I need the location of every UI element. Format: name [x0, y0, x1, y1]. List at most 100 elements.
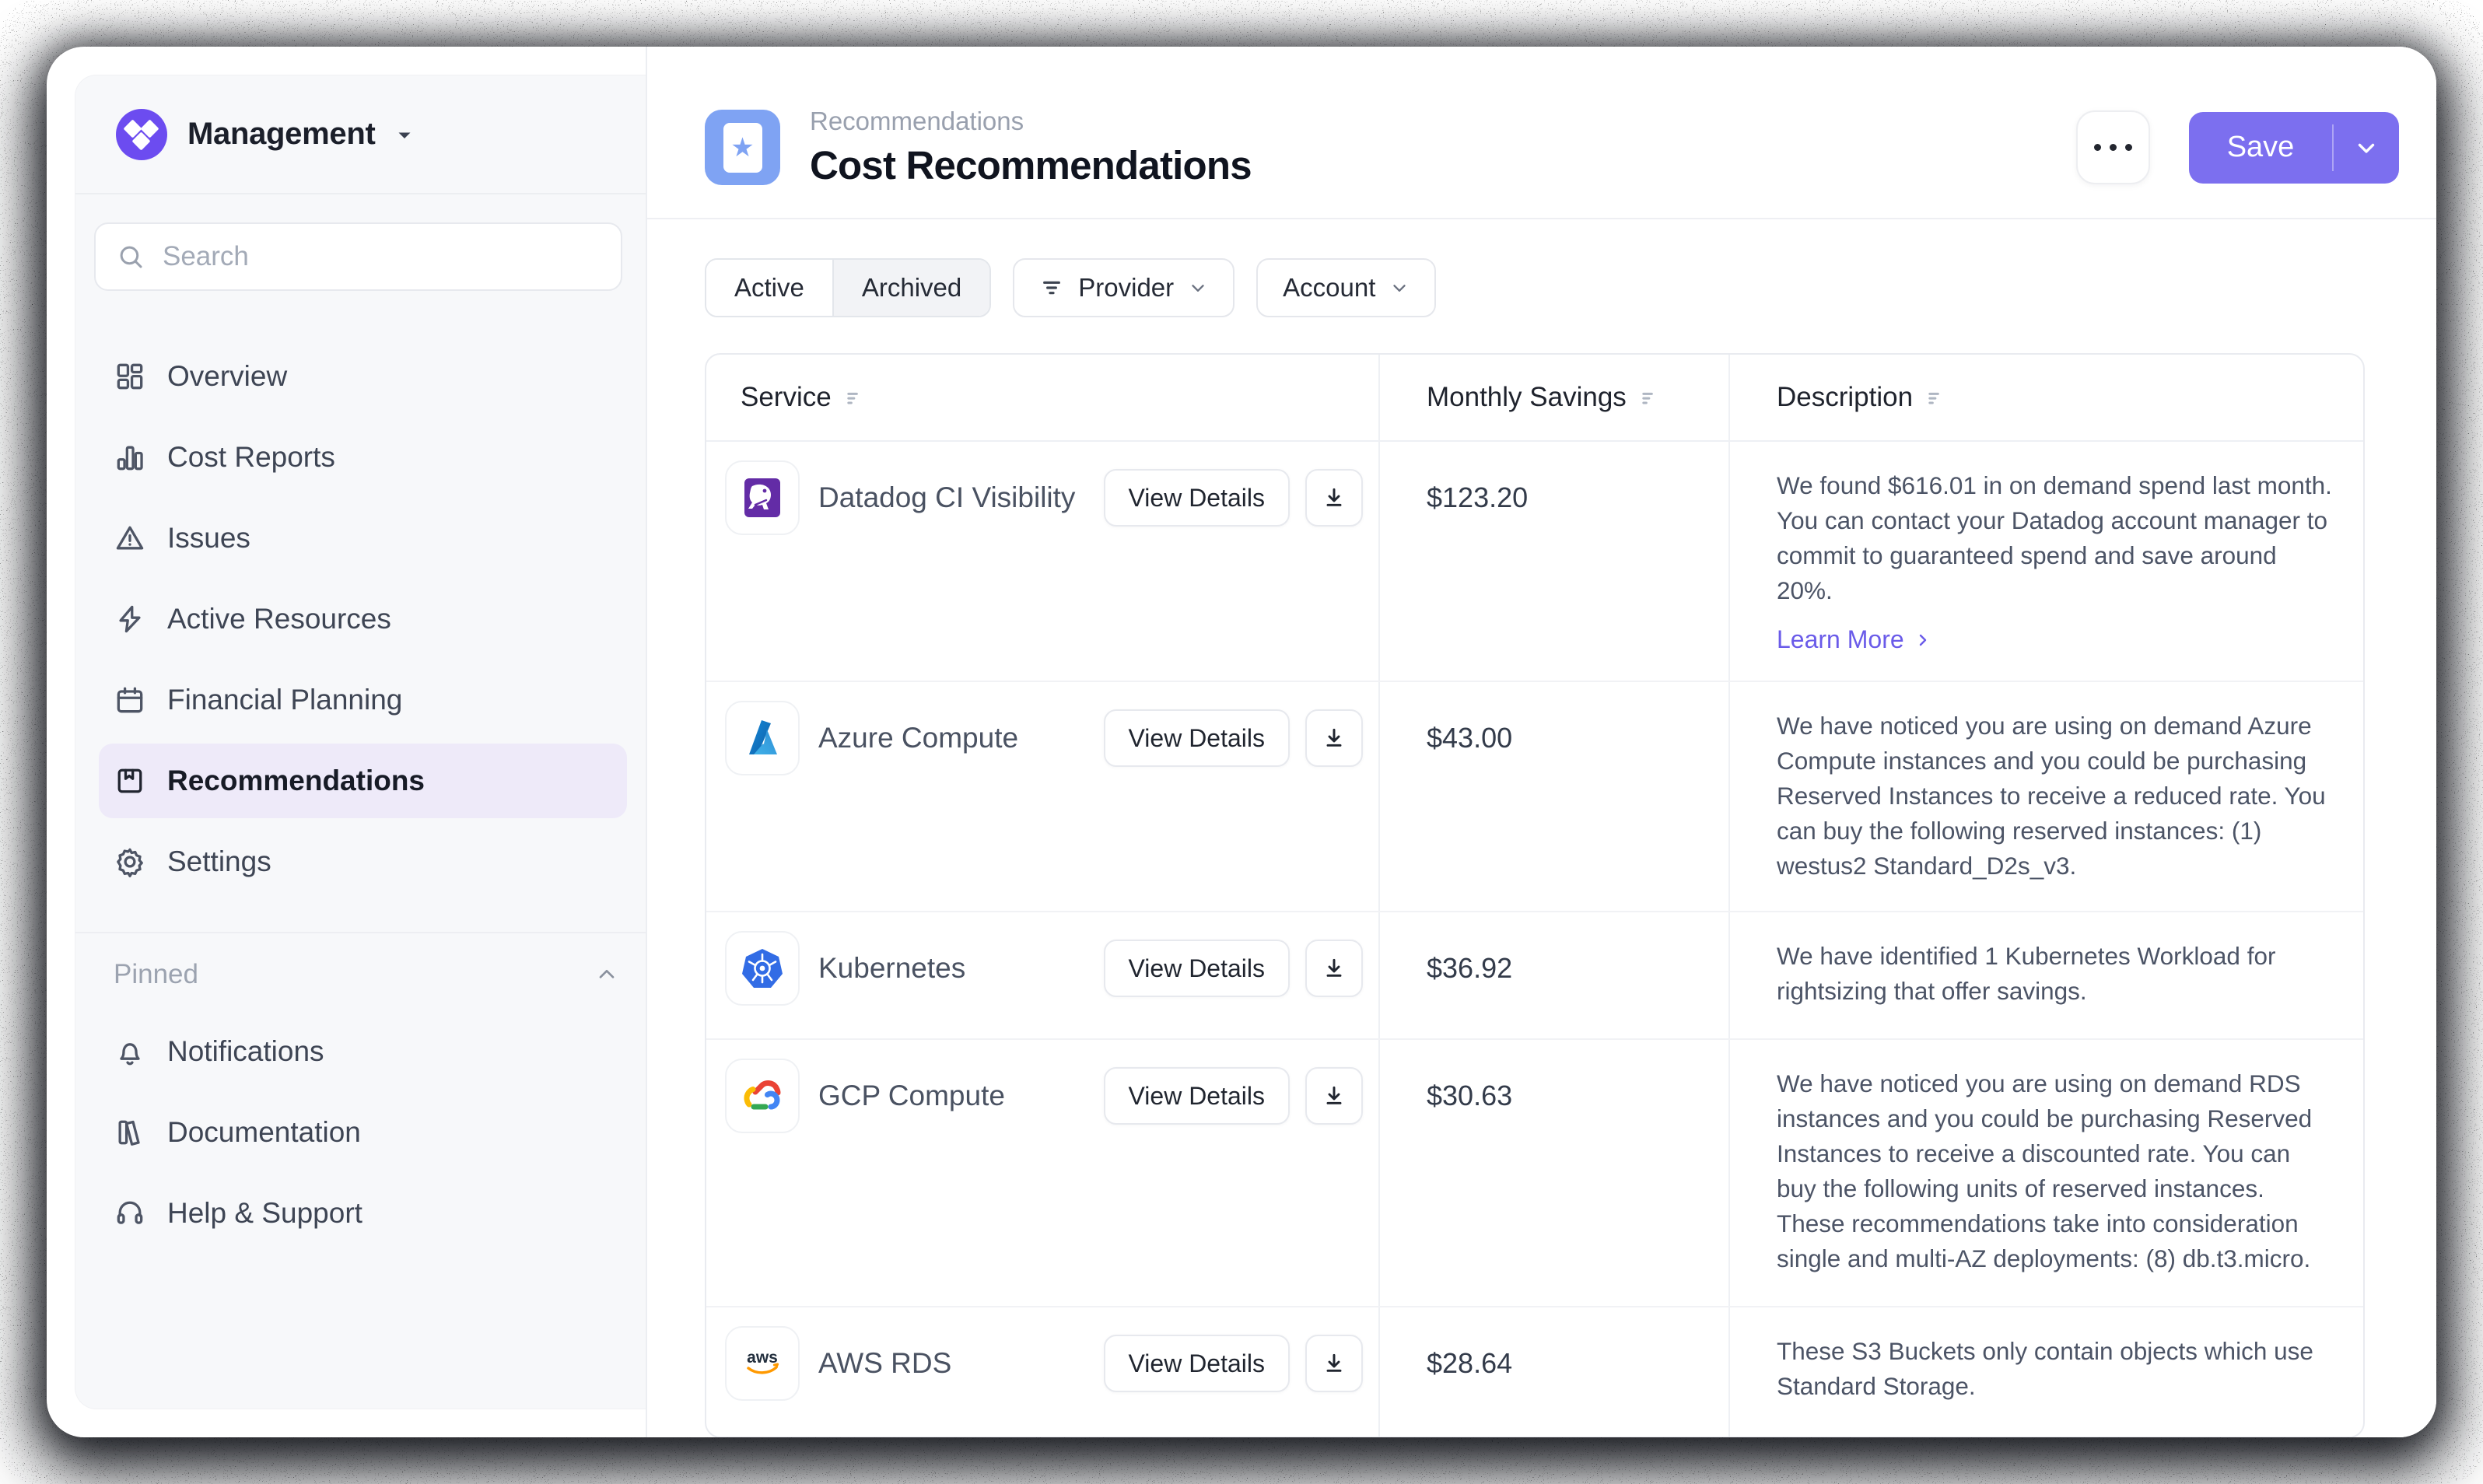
sidebar-nav: Overview Cost Reports Issues: [75, 339, 646, 1251]
account-filter-label: Account: [1283, 273, 1375, 303]
kubernetes-icon: [725, 931, 800, 1006]
tab-active[interactable]: Active: [706, 260, 832, 316]
view-details-button[interactable]: View Details: [1104, 1335, 1290, 1392]
sort-bars-icon: [1639, 387, 1661, 408]
sidebar-item-help-support[interactable]: Help & Support: [99, 1176, 627, 1251]
filter-bar: Active Archived Provider Account: [705, 258, 2365, 317]
sidebar-item-notifications[interactable]: Notifications: [99, 1014, 627, 1089]
lightning-bolt-icon: [113, 602, 147, 636]
workspace-name: Management: [187, 117, 376, 152]
download-button[interactable]: [1305, 709, 1363, 767]
status-tabs: Active Archived: [705, 258, 991, 317]
aws-icon: aws: [725, 1326, 800, 1401]
download-button[interactable]: [1305, 940, 1363, 997]
azure-icon: [725, 701, 800, 775]
chevron-down-icon: [1389, 278, 1410, 298]
provider-filter-label: Provider: [1078, 273, 1174, 303]
sidebar-item-label: Documentation: [167, 1116, 361, 1149]
download-icon: [1322, 956, 1347, 981]
sidebar-item-label: Notifications: [167, 1035, 324, 1068]
download-button[interactable]: [1305, 469, 1363, 527]
warning-triangle-icon: [113, 521, 147, 555]
sidebar-item-label: Active Resources: [167, 603, 391, 635]
search-input[interactable]: [163, 241, 601, 272]
sort-bars-icon: [844, 387, 866, 408]
sidebar-item-label: Help & Support: [167, 1197, 362, 1230]
tab-archived[interactable]: Archived: [832, 260, 989, 316]
sidebar-item-issues[interactable]: Issues: [99, 501, 627, 576]
bar-chart-icon: [113, 440, 147, 474]
pinned-section: Pinned Notifications: [75, 932, 646, 1251]
column-header-monthly-savings[interactable]: Monthly Savings: [1378, 355, 1728, 440]
table-row: Kubernetes View Details $36.92 We have i…: [706, 912, 2363, 1040]
sort-bars-icon: [1925, 387, 1947, 408]
recommendations-table: Service Monthly Savings Description: [705, 353, 2365, 1437]
sidebar-item-settings[interactable]: Settings: [99, 824, 627, 899]
screen: Management Overview: [0, 0, 2483, 1484]
service-name: Datadog CI Visibility: [818, 481, 1075, 514]
sidebar-item-label: Settings: [167, 845, 271, 878]
sidebar-item-cost-reports[interactable]: Cost Reports: [99, 420, 627, 495]
column-header-description[interactable]: Description: [1728, 355, 2363, 440]
table-row: aws AWS RDS View Details $28.64: [706, 1307, 2363, 1437]
learn-more-link[interactable]: Learn More: [1777, 625, 2335, 654]
chevron-up-icon[interactable]: [594, 962, 619, 987]
provider-filter-button[interactable]: Provider: [1013, 258, 1234, 317]
download-button[interactable]: [1305, 1335, 1363, 1392]
page-title: Cost Recommendations: [810, 142, 1252, 188]
view-details-button[interactable]: View Details: [1104, 940, 1290, 997]
recommendation-description: We found $616.01 in on demand spend last…: [1777, 468, 2335, 608]
bell-icon: [113, 1034, 147, 1069]
sidebar: Management Overview: [75, 75, 646, 1409]
filter-bars-icon: [1039, 275, 1064, 300]
download-button[interactable]: [1305, 1067, 1363, 1125]
chevron-down-icon[interactable]: [2334, 112, 2399, 184]
datadog-icon: [725, 460, 800, 535]
sidebar-item-documentation[interactable]: Documentation: [99, 1095, 627, 1170]
table-row: Datadog CI Visibility View Details $123.…: [706, 442, 2363, 682]
sidebar-item-financial-planning[interactable]: Financial Planning: [99, 663, 627, 737]
table-header-row: Service Monthly Savings Description: [706, 355, 2363, 442]
download-icon: [1322, 1083, 1347, 1108]
table-row: Azure Compute View Details $43.00 We hav…: [706, 682, 2363, 912]
service-name: GCP Compute: [818, 1080, 1005, 1112]
table-row: GCP Compute View Details $30.63 We have …: [706, 1040, 2363, 1307]
calendar-icon: [113, 683, 147, 717]
sidebar-item-label: Recommendations: [167, 765, 425, 797]
recommendation-description: We have noticed you are using on demand …: [1777, 709, 2335, 884]
sidebar-item-label: Issues: [167, 522, 250, 555]
chevron-down-icon: [1188, 278, 1208, 298]
monthly-savings-value: $123.20: [1427, 460, 1713, 535]
pinned-section-label: Pinned: [114, 959, 198, 990]
sidebar-item-label: Financial Planning: [167, 684, 402, 716]
dashboard-grid-icon: [113, 359, 147, 394]
view-details-button[interactable]: View Details: [1104, 709, 1290, 767]
search-input-wrap: [94, 222, 622, 291]
workspace-switcher[interactable]: Management: [75, 75, 646, 194]
recommendation-description: We have noticed you are using on demand …: [1777, 1066, 2335, 1276]
save-button[interactable]: Save: [2189, 112, 2332, 184]
monthly-savings-value: $28.64: [1427, 1326, 1713, 1401]
recommendation-description: These S3 Buckets only contain objects wh…: [1777, 1334, 2335, 1404]
sidebar-item-active-resources[interactable]: Active Resources: [99, 582, 627, 656]
bookmark-square-icon: [113, 764, 147, 798]
star-card-icon: ★: [705, 110, 780, 185]
sidebar-item-recommendations[interactable]: Recommendations: [99, 744, 627, 818]
download-icon: [1322, 1351, 1347, 1376]
sidebar-item-overview[interactable]: Overview: [99, 339, 627, 414]
save-split-button[interactable]: Save: [2189, 112, 2399, 184]
recommendation-description: We have identified 1 Kubernetes Workload…: [1777, 939, 2335, 1009]
svg-text:aws: aws: [747, 1349, 778, 1367]
view-details-button[interactable]: View Details: [1104, 469, 1290, 527]
headphones-icon: [113, 1196, 147, 1230]
account-filter-button[interactable]: Account: [1256, 258, 1436, 317]
monthly-savings-value: $43.00: [1427, 701, 1713, 775]
column-header-service[interactable]: Service: [706, 355, 1378, 440]
more-actions-button[interactable]: [2076, 110, 2150, 184]
page-header: ★ Recommendations Cost Recommendations S…: [647, 47, 2436, 219]
books-icon: [113, 1115, 147, 1150]
monthly-savings-value: $30.63: [1427, 1059, 1713, 1133]
view-details-button[interactable]: View Details: [1104, 1067, 1290, 1125]
service-name: AWS RDS: [818, 1347, 951, 1380]
search-icon: [116, 242, 145, 271]
